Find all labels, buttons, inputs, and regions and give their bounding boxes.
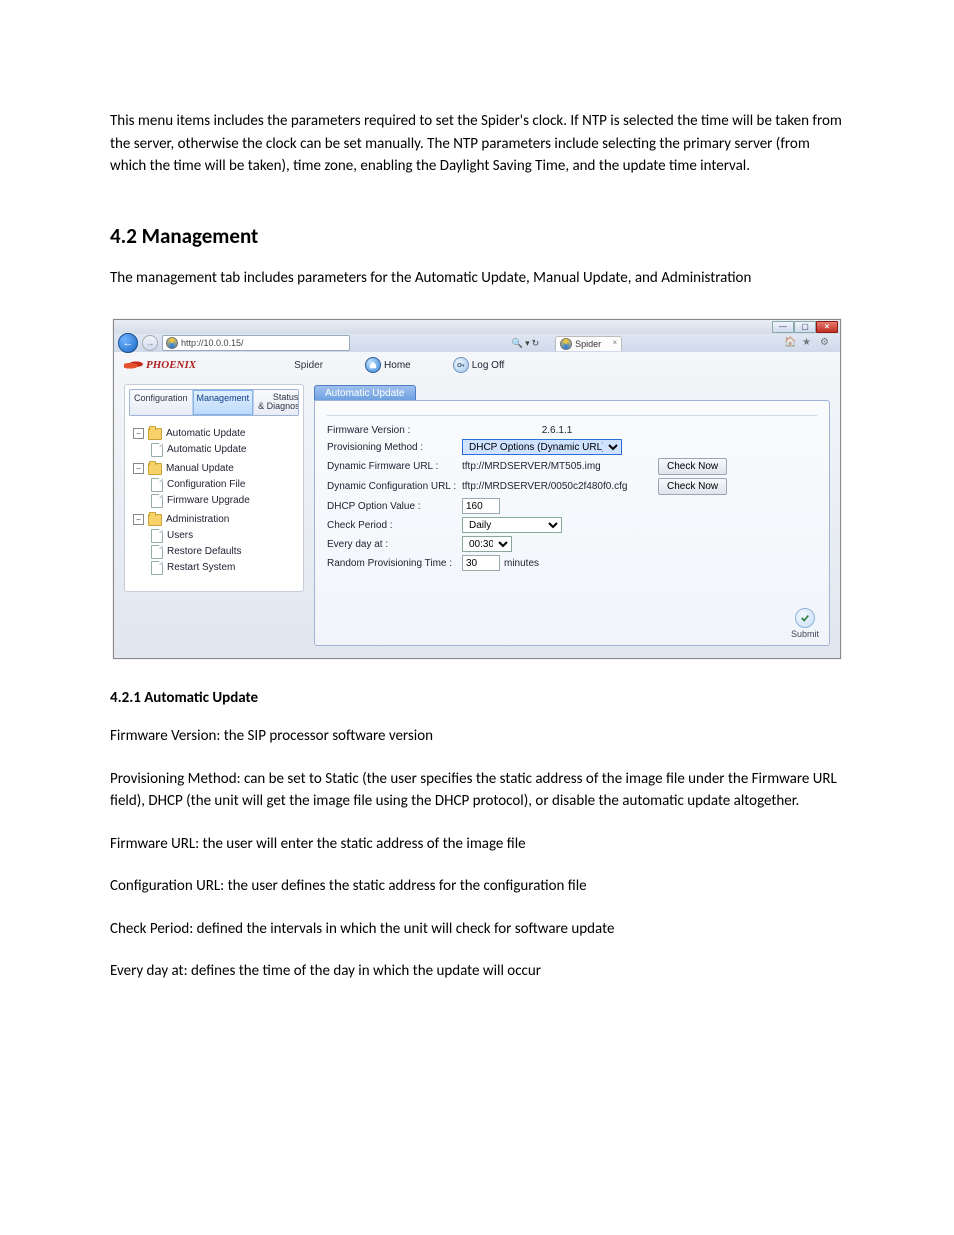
- window-minimize-button[interactable]: —: [772, 321, 794, 333]
- address-bar[interactable]: http://10.0.0.15/: [162, 335, 350, 351]
- refresh-icon[interactable]: ↻: [532, 338, 540, 349]
- tools-gear-icon[interactable]: ⚙: [820, 337, 832, 349]
- explain-every-day-at: Every day at: defines the time of the da…: [110, 960, 844, 983]
- provisioning-method-select[interactable]: DHCP Options (Dynamic URL): [462, 439, 622, 455]
- explain-check-period: Check Period: defined the intervals in w…: [110, 918, 844, 941]
- tab-status-diagnostics[interactable]: Status& Diagnostics: [254, 390, 299, 415]
- check-period-select[interactable]: Daily: [462, 517, 562, 533]
- panel-title: Automatic Update: [314, 385, 416, 401]
- file-icon: [151, 529, 163, 543]
- file-icon: [151, 478, 163, 492]
- dhcp-option-input[interactable]: [462, 498, 500, 514]
- check-now-config-button[interactable]: Check Now: [658, 478, 727, 495]
- home-ie-icon[interactable]: 🏠: [784, 337, 796, 349]
- dynamic-firmware-url-value: tftp://MRDSERVER/MT505.img: [462, 461, 601, 472]
- random-provisioning-unit: minutes: [504, 558, 539, 569]
- browser-navbar: ← → http://10.0.0.15/ 🔍 ▾ ↻ Spider ×: [114, 334, 840, 352]
- favorites-star-icon[interactable]: ★: [802, 337, 814, 349]
- tree-collapse-icon[interactable]: −: [133, 428, 144, 439]
- app-title-label: Spider: [294, 360, 323, 371]
- browser-tab[interactable]: Spider ×: [555, 336, 622, 351]
- tree-collapse-icon[interactable]: −: [133, 514, 144, 525]
- tab-management[interactable]: Management: [193, 390, 255, 415]
- window-maximize-button[interactable]: ▢: [794, 321, 816, 333]
- logoff-key-icon: [453, 357, 469, 373]
- firmware-version-value: 2.6.1.1: [462, 425, 652, 436]
- home-link[interactable]: Home: [365, 357, 411, 373]
- file-icon: [151, 443, 163, 457]
- file-icon: [151, 561, 163, 575]
- phoenix-logo: PHOENIX: [124, 359, 196, 371]
- window-close-button[interactable]: ×: [816, 321, 838, 333]
- tree-collapse-icon[interactable]: −: [133, 463, 144, 474]
- app-header: PHOENIX Spider Home: [114, 352, 840, 378]
- row-check-period: Check Period : Daily: [327, 517, 817, 533]
- tree-group-automatic-update[interactable]: − Automatic Update: [133, 428, 295, 440]
- file-icon: [151, 494, 163, 508]
- screenshot-figure: — ▢ × ← → http://10.0.0.15/ 🔍 ▾ ↻: [110, 319, 844, 659]
- browser-search-refresh: 🔍 ▾ ↻: [512, 338, 539, 349]
- tree-item-users[interactable]: Users: [151, 529, 295, 543]
- explain-provisioning-method: Provisioning Method: can be set to Stati…: [110, 768, 844, 813]
- tree-group-manual-update[interactable]: − Manual Update: [133, 463, 295, 475]
- sidebar-tree: − Automatic Update Automatic Update −: [125, 428, 303, 575]
- row-firmware-version: Firmware Version : 2.6.1.1: [327, 425, 817, 436]
- window-titlebar: — ▢ ×: [114, 320, 840, 334]
- tab-title: Spider: [575, 339, 601, 349]
- browser-window: — ▢ × ← → http://10.0.0.15/ 🔍 ▾ ↻: [113, 319, 841, 659]
- ie-icon: [166, 337, 178, 349]
- folder-icon: [148, 463, 162, 475]
- phoenix-swoosh-icon: [124, 361, 144, 369]
- main-panel: Automatic Update Firmware Version : 2.6.…: [314, 384, 830, 646]
- submit-check-icon: [795, 608, 815, 628]
- nav-forward-button[interactable]: →: [142, 335, 158, 351]
- tree-item-restore-defaults[interactable]: Restore Defaults: [151, 545, 295, 559]
- subsection-heading-automatic-update: 4.2.1 Automatic Update: [110, 689, 844, 707]
- folder-icon: [148, 428, 162, 440]
- folder-icon: [148, 514, 162, 526]
- check-now-firmware-button[interactable]: Check Now: [658, 458, 727, 475]
- address-url: http://10.0.0.15/: [181, 338, 244, 348]
- row-random-provisioning-time: Random Provisioning Time : minutes: [327, 555, 817, 571]
- tab-favicon-icon: [560, 338, 572, 350]
- explain-configuration-url: Configuration URL: the user defines the …: [110, 875, 844, 898]
- intro-paragraph: This menu items includes the parameters …: [110, 110, 844, 178]
- section-heading-management: 4.2 Management: [110, 223, 844, 249]
- tree-group-administration[interactable]: − Administration: [133, 514, 295, 526]
- tab-close-icon[interactable]: ×: [612, 338, 617, 347]
- tree-item-firmware-upgrade[interactable]: Firmware Upgrade: [151, 494, 295, 508]
- tree-item-configuration-file[interactable]: Configuration File: [151, 478, 295, 492]
- submit-button[interactable]: Submit: [791, 608, 819, 639]
- dynamic-config-url-value: tftp://MRDSERVER/0050c2f480f0.cfg: [462, 481, 627, 492]
- every-day-at-select[interactable]: 00:30: [462, 536, 512, 552]
- row-dynamic-firmware-url: Dynamic Firmware URL : tftp://MRDSERVER/…: [327, 458, 817, 475]
- row-provisioning-method: Provisioning Method : DHCP Options (Dyna…: [327, 439, 817, 455]
- row-dynamic-config-url: Dynamic Configuration URL : tftp://MRDSE…: [327, 478, 817, 495]
- tree-item-automatic-update[interactable]: Automatic Update: [151, 443, 295, 457]
- file-icon: [151, 545, 163, 559]
- home-icon: [365, 357, 381, 373]
- sidebar: Configuration Management Status& Diagnos…: [124, 384, 304, 592]
- section-intro: The management tab includes parameters f…: [110, 267, 844, 290]
- search-icon[interactable]: 🔍: [512, 338, 523, 349]
- random-provisioning-input[interactable]: [462, 555, 500, 571]
- explain-firmware-version: Firmware Version: the SIP processor soft…: [110, 725, 844, 748]
- tab-configuration[interactable]: Configuration: [130, 390, 193, 415]
- row-every-day-at: Every day at : 00:30: [327, 536, 817, 552]
- logoff-link[interactable]: Log Off: [453, 357, 505, 373]
- explain-firmware-url: Firmware URL: the user will enter the st…: [110, 833, 844, 856]
- tree-item-restart-system[interactable]: Restart System: [151, 561, 295, 575]
- sidebar-tabs: Configuration Management Status& Diagnos…: [129, 389, 299, 416]
- nav-back-button[interactable]: ←: [118, 333, 138, 353]
- row-dhcp-option-value: DHCP Option Value :: [327, 498, 817, 514]
